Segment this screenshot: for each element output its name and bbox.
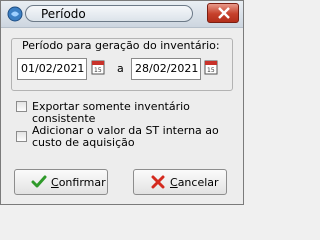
- confirm-button-label: Confirmar: [51, 176, 106, 189]
- close-button[interactable]: [207, 3, 239, 23]
- start-calendar-button[interactable]: 15: [91, 59, 107, 77]
- close-icon: [218, 7, 230, 19]
- end-date-input[interactable]: 28/02/2021: [131, 58, 201, 80]
- end-calendar-button[interactable]: 15: [204, 59, 220, 77]
- date-range-separator: a: [117, 62, 124, 75]
- consistent-only-label: Exportar somente inventário consistente: [32, 100, 190, 125]
- title-pill: Período: [25, 5, 193, 22]
- add-st-value-checkbox[interactable]: [16, 131, 27, 142]
- title-bar[interactable]: Período: [1, 1, 243, 28]
- consistent-only-checkbox[interactable]: [16, 101, 27, 112]
- calendar-icon: 15: [204, 60, 218, 75]
- checkmark-icon: [31, 175, 47, 192]
- period-group-label: Período para geração do inventário:: [22, 39, 222, 52]
- add-st-value-label: Adicionar o valor da ST interna ao custo…: [32, 124, 219, 149]
- x-cancel-icon: [150, 175, 166, 192]
- cancel-button-label: Cancelar: [170, 176, 219, 189]
- svg-text:15: 15: [207, 67, 215, 74]
- app-icon: [7, 6, 23, 22]
- window-title: Período: [41, 7, 86, 21]
- dialog-window: Período Período para geração do inventár…: [0, 0, 244, 205]
- calendar-icon: 15: [91, 60, 105, 75]
- cancel-button[interactable]: Cancelar: [133, 169, 227, 195]
- svg-text:15: 15: [94, 67, 102, 74]
- start-date-input[interactable]: 01/02/2021: [17, 58, 87, 80]
- confirm-button[interactable]: Confirmar: [14, 169, 108, 195]
